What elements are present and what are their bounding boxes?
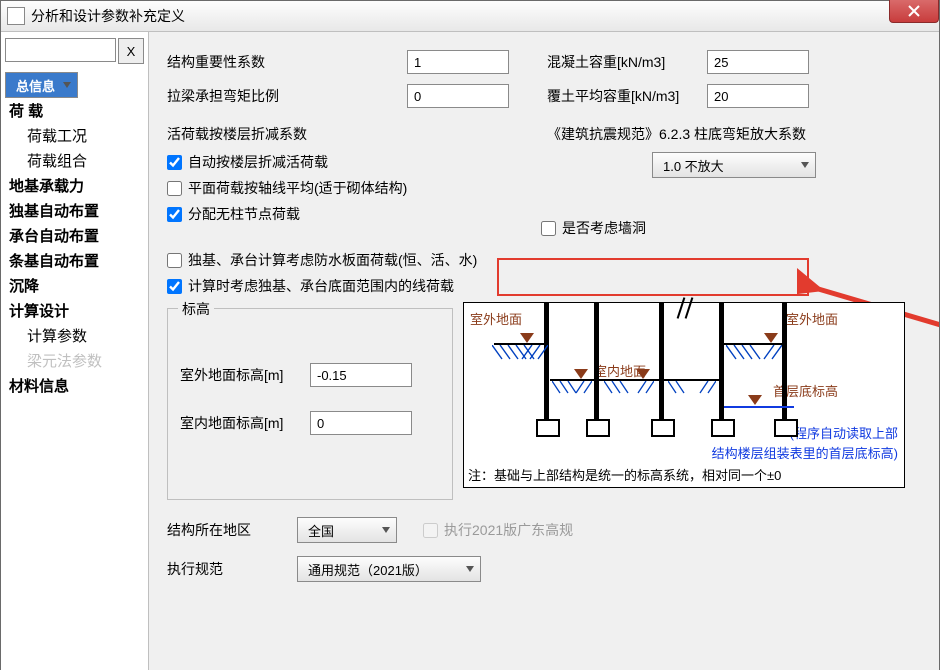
code-select[interactable]: 通用规范（2021版）: [297, 556, 481, 582]
nav-item-12[interactable]: 材料信息: [5, 373, 144, 398]
diagram-note1: (程序自动读取上部: [790, 423, 898, 442]
chk-distribute[interactable]: 分配无柱节点荷载: [167, 204, 547, 224]
indoor-elev-input[interactable]: [310, 411, 412, 435]
chk-auto-reduce[interactable]: 自动按楼层折减活荷载: [167, 152, 547, 172]
chk-plane-avg[interactable]: 平面荷载按轴线平均(适于砌体结构): [167, 178, 547, 198]
nav-item-3[interactable]: 荷载组合: [5, 148, 144, 173]
main-panel: 结构重要性系数 拉梁承担弯矩比例 混凝土容重[kN/m3] 覆土平均容重[kN/…: [149, 32, 939, 670]
diagram-note2: 结构楼层组装表里的首层底标高): [712, 443, 898, 462]
chk-wall-hole-box[interactable]: [541, 221, 556, 236]
diagram-note3: 注：基础与上部结构是统一的标高系统，相对同一个±0: [468, 465, 781, 484]
nav-item-11[interactable]: 梁元法参数: [5, 348, 144, 373]
sidebar-clear-button[interactable]: X: [118, 38, 144, 64]
sidebar: X 总信息荷 载荷载工况荷载组合地基承载力独基自动布置承台自动布置条基自动布置沉…: [1, 32, 149, 670]
code-label: 执行规范: [167, 559, 297, 579]
chk-line-load-box[interactable]: [167, 279, 182, 294]
chk-water[interactable]: 独基、承台计算考虑防水板面荷载(恒、活、水): [167, 250, 921, 270]
chk-water-box[interactable]: [167, 253, 182, 268]
chk-wall-hole[interactable]: 是否考虑墙洞: [541, 218, 915, 238]
beam-ratio-input[interactable]: [407, 84, 509, 108]
outdoor-elev-input[interactable]: [310, 363, 412, 387]
soil-input[interactable]: [707, 84, 809, 108]
chk-guangdong[interactable]: 执行2021版广东高规: [423, 520, 573, 540]
importance-input[interactable]: [407, 50, 509, 74]
window-title: 分析和设计参数补充定义: [31, 6, 185, 26]
region-label: 结构所在地区: [167, 520, 297, 540]
concrete-label: 混凝土容重[kN/m3]: [547, 52, 707, 72]
chk-plane-avg-box[interactable]: [167, 181, 182, 196]
outdoor-elev-label: 室外地面标高[m]: [180, 365, 310, 385]
app-icon: [7, 7, 25, 25]
importance-label: 结构重要性系数: [167, 52, 407, 72]
chk-line-load[interactable]: 计算时考虑独基、承台底面范围内的线荷载: [167, 276, 921, 296]
nav-item-9[interactable]: 计算设计: [5, 298, 144, 323]
nav-item-5[interactable]: 独基自动布置: [5, 198, 144, 223]
live-load-section-title: 活荷载按楼层折减系数: [167, 124, 547, 144]
sidebar-search-input[interactable]: [5, 38, 116, 62]
indoor-elev-label: 室内地面标高[m]: [180, 413, 310, 433]
seismic-note: 《建筑抗震规范》6.2.3 柱底弯矩放大系数: [547, 124, 921, 144]
nav-item-0[interactable]: 总信息: [5, 72, 78, 98]
diagram-outdoor-right: 室外地面: [786, 309, 838, 328]
nav-item-8[interactable]: 沉降: [5, 273, 144, 298]
region-select[interactable]: 全国: [297, 517, 397, 543]
nav-item-6[interactable]: 承台自动布置: [5, 223, 144, 248]
magnify-select[interactable]: 1.0 不放大: [652, 152, 816, 178]
elevation-diagram: 室外地面 室外地面 室内地面 首层底标高 (程序自动读取上部 结构楼层组装表里的…: [463, 302, 905, 488]
titlebar: 分析和设计参数补充定义: [1, 1, 939, 32]
nav-item-10[interactable]: 计算参数: [5, 323, 144, 348]
nav-item-7[interactable]: 条基自动布置: [5, 248, 144, 273]
chk-distribute-box[interactable]: [167, 207, 182, 222]
diagram-outdoor-left: 室外地面: [470, 309, 522, 328]
nav-item-2[interactable]: 荷载工况: [5, 123, 144, 148]
concrete-input[interactable]: [707, 50, 809, 74]
nav-item-4[interactable]: 地基承载力: [5, 173, 144, 198]
chk-guangdong-box: [423, 523, 438, 538]
close-button[interactable]: [889, 0, 939, 23]
chk-auto-reduce-box[interactable]: [167, 155, 182, 170]
beam-ratio-label: 拉梁承担弯矩比例: [167, 86, 407, 106]
close-icon: [908, 5, 920, 17]
elevation-group: 标高 室外地面标高[m] 室内地面标高[m]: [167, 308, 453, 500]
nav-item-1[interactable]: 荷 载: [5, 98, 144, 123]
elevation-group-title: 标高: [178, 299, 214, 319]
soil-label: 覆土平均容重[kN/m3]: [547, 86, 707, 106]
